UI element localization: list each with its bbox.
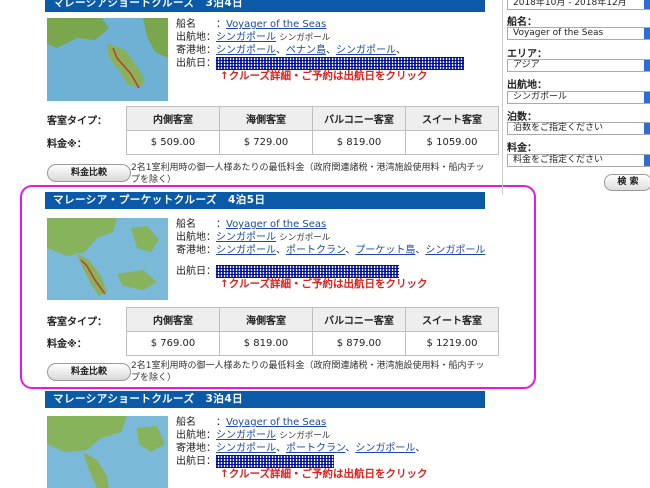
dropdown-arrow-icon xyxy=(644,0,650,9)
cta-text: ↑クルーズ詳細・ご予約は出航日をクリック xyxy=(220,70,428,82)
port-link[interactable]: ポートクラン xyxy=(286,443,345,454)
cruise-info-3: 船名 ：Voyager of the Seas 出航地：シンガポール シンガポール… xyxy=(176,417,428,480)
ship-link[interactable]: Voyager of the Seas xyxy=(226,417,326,428)
dropdown-arrow-icon xyxy=(644,28,650,39)
port-link[interactable]: シンガポール xyxy=(216,45,276,56)
port-link[interactable]: シンガポール xyxy=(216,443,276,454)
room-type-label: 客室タイプ： xyxy=(47,116,107,127)
nights-select[interactable]: 泊数をご指定ください xyxy=(507,122,650,135)
highlight-box xyxy=(20,185,536,389)
price-cell: $ 729.00 xyxy=(219,130,313,155)
ship-select[interactable]: Voyager of the Seas xyxy=(507,27,650,40)
port-select[interactable]: シンガポール xyxy=(507,91,650,104)
cruise-title-1[interactable]: マレーシアショートクルーズ 3泊4日 xyxy=(45,0,485,12)
cruise-info-1: 船名 ：Voyager of the Seas 出航地：シンガポール シンガポール… xyxy=(176,18,464,83)
cruise-title-3[interactable]: マレーシアショートクルーズ 3泊4日 xyxy=(45,391,485,408)
route-map-1[interactable] xyxy=(47,18,168,101)
dropdown-arrow-icon xyxy=(644,155,650,166)
room-header: バルコニー客室 xyxy=(312,106,406,131)
nights-filter-label: 泊数： xyxy=(507,112,537,123)
area-select[interactable]: アジア xyxy=(507,59,650,72)
area-filter-label: エリア： xyxy=(507,49,547,60)
price-cell: $ 819.00 xyxy=(312,130,406,155)
port-link[interactable]: シンガポール xyxy=(336,45,396,56)
room-header: 内側客室 xyxy=(126,106,220,131)
port-filter-label: 出航地： xyxy=(507,80,547,91)
compare-button-1[interactable]: 料金比較 xyxy=(47,164,131,182)
route-map-3[interactable] xyxy=(47,416,168,488)
room-header: スイート客室 xyxy=(405,106,499,131)
cta-text: ↑クルーズ詳細・ご予約は出航日をクリック xyxy=(220,468,428,480)
price-cell: $ 1059.00 xyxy=(405,130,499,155)
ship-label: 船名 xyxy=(176,19,196,30)
fare-select[interactable]: 料金をご指定ください xyxy=(507,154,650,167)
dropdown-arrow-icon xyxy=(644,60,650,71)
port-link[interactable]: シンガポール xyxy=(355,443,415,454)
ship-label: 船名 xyxy=(176,417,196,428)
ship-link[interactable]: Voyager of the Seas xyxy=(226,19,326,30)
date-label: 出航日： xyxy=(176,58,216,69)
search-sidebar: 2018年10月 - 2018年12月 船名： Voyager of the S… xyxy=(502,0,650,195)
port-link[interactable]: ペナン島 xyxy=(286,45,326,56)
ship-filter-label: 船名： xyxy=(507,17,537,28)
ports-label: 寄港地： xyxy=(176,45,216,56)
departure-dates-redacted[interactable] xyxy=(216,455,334,468)
departure-label: 出航地： xyxy=(176,430,216,441)
dropdown-arrow-icon xyxy=(644,92,650,103)
date-label: 出航日： xyxy=(176,456,216,467)
search-button[interactable]: 検 索 xyxy=(604,174,650,191)
departure-link[interactable]: シンガポール xyxy=(216,430,276,441)
dropdown-arrow-icon xyxy=(644,123,650,134)
price-note-1: 2名1室利用時の御一人様あたりの最低料金（政府関連諸税・港湾施設使用料・船内チッ… xyxy=(131,163,485,185)
fare-filter-label: 料金： xyxy=(507,143,537,154)
price-cell: $ 509.00 xyxy=(126,130,220,155)
departure-dates-redacted[interactable] xyxy=(216,57,464,70)
price-table-1: 内側客室 海側客室 バルコニー客室 スイート客室 $ 509.00 $ 729.… xyxy=(126,106,499,155)
departure-link[interactable]: シンガポール xyxy=(216,32,276,43)
departure-label: 出航地： xyxy=(176,32,216,43)
price-label: 料金※： xyxy=(47,139,87,150)
room-header: 海側客室 xyxy=(219,106,313,131)
ports-label: 寄港地： xyxy=(176,443,216,454)
period-select[interactable]: 2018年10月 - 2018年12月 xyxy=(507,0,650,10)
